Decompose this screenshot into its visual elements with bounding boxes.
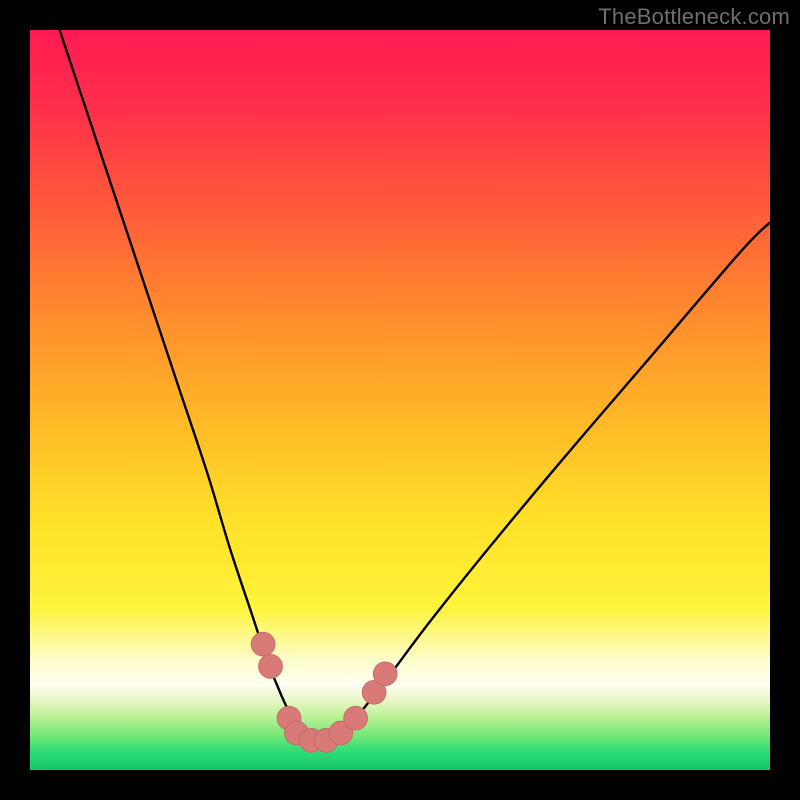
chart-svg — [30, 30, 770, 770]
highlight-marker — [373, 662, 397, 686]
plot-area — [30, 30, 770, 770]
highlight-marker — [344, 706, 368, 730]
highlight-marker — [251, 632, 275, 656]
chart-stage: TheBottleneck.com — [0, 0, 800, 800]
gradient-background — [30, 30, 770, 770]
highlight-marker — [259, 655, 283, 679]
watermark-text: TheBottleneck.com — [598, 4, 790, 30]
